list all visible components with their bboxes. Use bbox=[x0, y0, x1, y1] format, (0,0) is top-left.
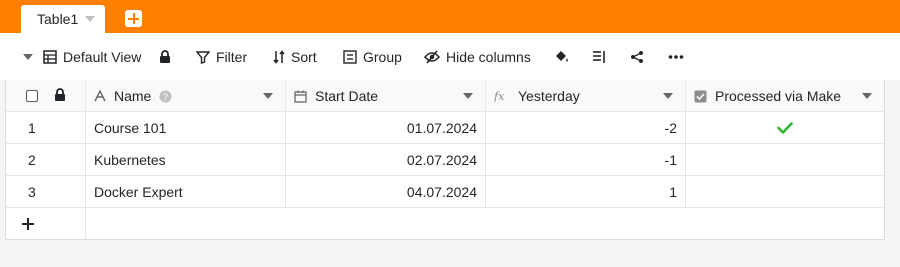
column-name-label: Name bbox=[114, 88, 152, 104]
table-row[interactable]: 2 Kubernetes 02.07.2024 -1 bbox=[6, 144, 884, 176]
add-row-area bbox=[6, 208, 884, 240]
group-label: Group bbox=[363, 48, 402, 65]
data-grid: Name ? Start Date fx Yesterday Processed bbox=[5, 80, 885, 240]
view-name: Default View bbox=[63, 48, 142, 65]
row-index-cell[interactable]: 2 bbox=[6, 144, 86, 176]
start-date-cell[interactable]: 04.07.2024 bbox=[286, 176, 486, 208]
row-number: 3 bbox=[28, 184, 36, 200]
column-start-date-label: Start Date bbox=[315, 88, 379, 104]
table-row[interactable]: 1 Course 101 01.07.2024 -2 bbox=[6, 112, 884, 144]
table-row[interactable]: 3 Docker Expert 04.07.2024 1 bbox=[6, 176, 884, 208]
share-icon[interactable] bbox=[630, 33, 644, 80]
row-number: 2 bbox=[28, 152, 36, 168]
row-number: 1 bbox=[28, 120, 36, 136]
select-all-checkbox[interactable] bbox=[26, 90, 38, 102]
lock-icon[interactable] bbox=[54, 88, 66, 105]
filter-icon bbox=[196, 50, 210, 64]
add-row-icon[interactable] bbox=[20, 216, 36, 232]
view-menu-caret-icon[interactable] bbox=[22, 33, 34, 80]
start-date-cell[interactable]: 02.07.2024 bbox=[286, 144, 486, 176]
help-icon[interactable]: ? bbox=[159, 90, 172, 103]
column-header-processed[interactable]: Processed via Make bbox=[686, 80, 884, 112]
row-index-cell[interactable]: 1 bbox=[6, 112, 86, 144]
grid-view-icon bbox=[43, 49, 57, 64]
filter-button[interactable]: Filter bbox=[196, 33, 247, 80]
hide-columns-label: Hide columns bbox=[446, 48, 531, 65]
svg-text:?: ? bbox=[163, 92, 168, 102]
text-type-icon bbox=[94, 90, 106, 102]
row-height-icon[interactable] bbox=[592, 33, 606, 80]
checkmark-icon bbox=[777, 122, 793, 134]
column-header-yesterday[interactable]: fx Yesterday bbox=[486, 80, 686, 112]
column-menu-icon[interactable] bbox=[263, 93, 273, 99]
column-header-start-date[interactable]: Start Date bbox=[286, 80, 486, 112]
column-yesterday-label: Yesterday bbox=[518, 88, 580, 104]
calendar-icon bbox=[294, 90, 307, 103]
tab-dropdown-icon[interactable] bbox=[85, 16, 96, 22]
header-row: Name ? Start Date fx Yesterday Processed bbox=[6, 80, 884, 112]
group-button[interactable]: Group bbox=[343, 33, 402, 80]
column-menu-icon[interactable] bbox=[862, 93, 872, 99]
sort-icon bbox=[273, 49, 285, 64]
table-tab-bar: Table1 bbox=[0, 0, 900, 33]
start-date-cell[interactable]: 01.07.2024 bbox=[286, 112, 486, 144]
column-processed-label: Processed via Make bbox=[715, 88, 842, 104]
processed-cell[interactable] bbox=[686, 144, 884, 176]
more-options-icon[interactable] bbox=[668, 33, 684, 80]
header-index-cell bbox=[6, 80, 86, 112]
group-icon bbox=[343, 49, 357, 64]
column-menu-icon[interactable] bbox=[663, 93, 673, 99]
filter-label: Filter bbox=[216, 48, 248, 65]
add-table-icon[interactable] bbox=[125, 10, 142, 27]
column-divider bbox=[85, 208, 86, 240]
processed-cell[interactable] bbox=[686, 176, 884, 208]
svg-text:fx: fx bbox=[494, 90, 505, 102]
view-lock-icon[interactable] bbox=[159, 33, 171, 80]
view-toolbar: Default View Filter Sort Group Hide colu… bbox=[0, 33, 900, 80]
column-header-name[interactable]: Name ? bbox=[86, 80, 286, 112]
name-cell[interactable]: Course 101 bbox=[86, 112, 286, 144]
formula-icon: fx bbox=[494, 90, 510, 102]
checkbox-type-icon bbox=[694, 90, 707, 103]
yesterday-cell[interactable]: -1 bbox=[486, 144, 686, 176]
processed-cell[interactable] bbox=[686, 112, 884, 144]
tab-table1[interactable]: Table1 bbox=[21, 5, 105, 33]
tab-label: Table1 bbox=[37, 11, 79, 27]
yesterday-cell[interactable]: -2 bbox=[486, 112, 686, 144]
name-cell[interactable]: Kubernetes bbox=[86, 144, 286, 176]
hide-columns-button[interactable]: Hide columns bbox=[424, 33, 531, 80]
view-selector[interactable]: Default View bbox=[43, 33, 141, 80]
eye-slash-icon bbox=[424, 49, 440, 64]
yesterday-cell[interactable]: 1 bbox=[486, 176, 686, 208]
column-menu-icon[interactable] bbox=[463, 93, 473, 99]
sort-label: Sort bbox=[291, 48, 317, 65]
row-color-icon[interactable] bbox=[554, 33, 570, 80]
row-index-cell[interactable]: 3 bbox=[6, 176, 86, 208]
sort-button[interactable]: Sort bbox=[273, 33, 317, 80]
name-cell[interactable]: Docker Expert bbox=[86, 176, 286, 208]
